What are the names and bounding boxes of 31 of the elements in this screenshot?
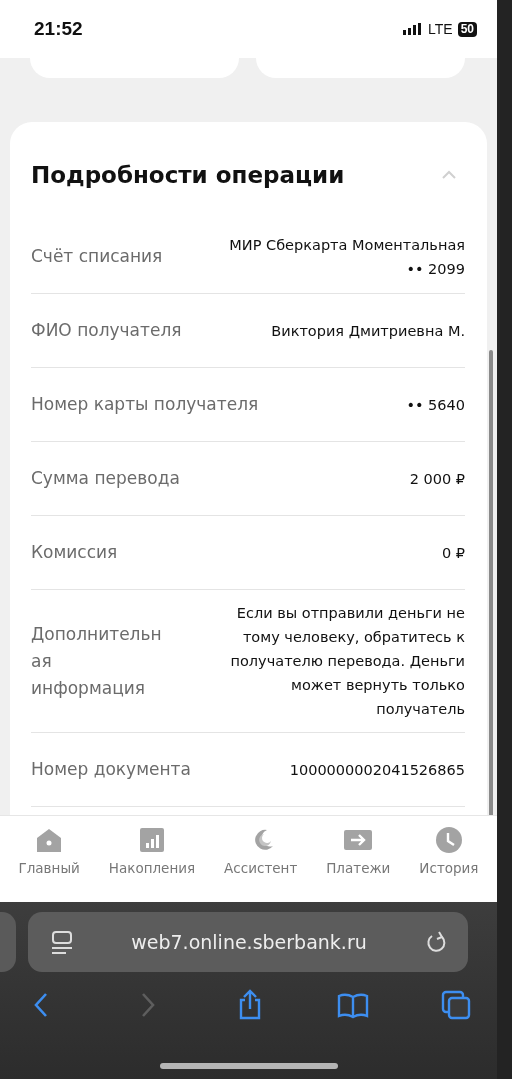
tab-item[interactable]: Накопления (108, 826, 196, 876)
signal-icon (403, 23, 423, 35)
section-title: Подробности операции (31, 162, 345, 188)
tab-item[interactable]: Главный (18, 826, 80, 876)
row-value: Виктория Дмитриевна М. (271, 321, 465, 341)
home-icon (35, 826, 64, 854)
row-value: МИР Сберкарта Моментальная •• 2099 (228, 235, 465, 279)
network-label: LTE (428, 21, 453, 37)
bar-chart-icon (137, 826, 166, 854)
clock-time: 21:52 (34, 18, 83, 40)
battery-level: 50 (457, 21, 477, 37)
row-label: Дополнительная информация (31, 622, 163, 700)
row-label: Счёт списания (31, 245, 163, 268)
row-value: 2 000 ₽ (409, 469, 465, 489)
row-label: Номер документа (31, 758, 191, 781)
row-label: Сумма перевода (31, 467, 180, 490)
row-value: 1000000002041526865 (289, 760, 465, 780)
url-text: web7.online.sberbank.ru (131, 931, 367, 953)
row-value: Если вы отправили деньги не тому человеку, обратитесь к получателю перевода. Деньги может вернуть только получатель (229, 604, 465, 719)
address-bar[interactable]: web7.online.sberbank.ru (28, 912, 468, 972)
tab-item[interactable]: Платежи (326, 826, 391, 876)
reader-icon[interactable] (50, 929, 74, 955)
row-value: 0 ₽ (441, 543, 465, 563)
row-value: •• 5640 (406, 395, 465, 415)
tab-item[interactable]: История (419, 826, 479, 876)
clock-icon (434, 826, 463, 854)
tabs-icon[interactable] (439, 988, 473, 1022)
tab-item[interactable]: Ассистент (224, 826, 298, 876)
row-label: ФИО получателя (31, 319, 182, 342)
row-label: Комиссия (31, 541, 118, 564)
row-label: Номер карты получателя (31, 393, 259, 416)
